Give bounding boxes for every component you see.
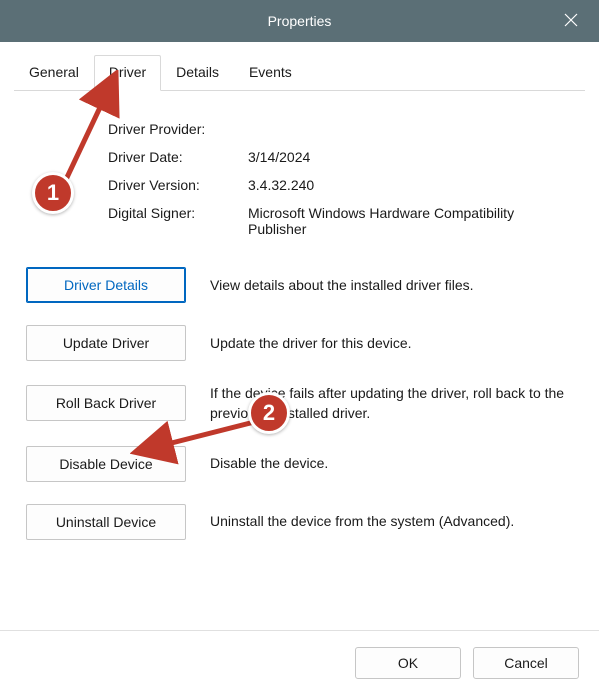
row-roll-back-driver: Roll Back Driver If the device fails aft…: [26, 383, 573, 424]
update-driver-desc: Update the driver for this device.: [210, 333, 573, 353]
uninstall-device-desc: Uninstall the device from the system (Ad…: [210, 511, 573, 531]
roll-back-driver-button[interactable]: Roll Back Driver: [26, 385, 186, 421]
tab-strip: General Driver Details Events: [14, 54, 585, 91]
uninstall-device-button[interactable]: Uninstall Device: [26, 504, 186, 540]
dialog-button-bar: OK Cancel: [0, 630, 599, 694]
tab-content-driver: Driver Provider: Driver Date: 3/14/2024 …: [14, 91, 585, 550]
driver-date-label: Driver Date:: [108, 149, 248, 165]
driver-details-button[interactable]: Driver Details: [26, 267, 186, 303]
ok-button[interactable]: OK: [355, 647, 461, 679]
disable-device-desc: Disable the device.: [210, 453, 573, 473]
cancel-button[interactable]: Cancel: [473, 647, 579, 679]
close-button[interactable]: [543, 0, 599, 42]
row-update-driver: Update Driver Update the driver for this…: [26, 325, 573, 361]
driver-provider-label: Driver Provider:: [108, 121, 248, 137]
titlebar: Properties: [0, 0, 599, 42]
window-body: General Driver Details Events Driver Pro…: [0, 54, 599, 694]
digital-signer-label: Digital Signer:: [108, 205, 248, 237]
tab-driver[interactable]: Driver: [94, 55, 161, 91]
roll-back-driver-desc: If the device fails after updating the d…: [210, 383, 573, 424]
window-title: Properties: [268, 13, 332, 29]
tab-general[interactable]: General: [14, 55, 94, 91]
row-uninstall-device: Uninstall Device Uninstall the device fr…: [26, 504, 573, 540]
tab-details[interactable]: Details: [161, 55, 234, 91]
disable-device-button[interactable]: Disable Device: [26, 446, 186, 482]
driver-date-value: 3/14/2024: [248, 149, 573, 165]
driver-version-label: Driver Version:: [108, 177, 248, 193]
digital-signer-value: Microsoft Windows Hardware Compatibility…: [248, 205, 573, 237]
driver-provider-value: [248, 121, 573, 137]
row-disable-device: Disable Device Disable the device.: [26, 446, 573, 482]
tab-events[interactable]: Events: [234, 55, 307, 91]
driver-details-desc: View details about the installed driver …: [210, 275, 573, 295]
update-driver-button[interactable]: Update Driver: [26, 325, 186, 361]
row-driver-details: Driver Details View details about the in…: [26, 267, 573, 303]
driver-info-grid: Driver Provider: Driver Date: 3/14/2024 …: [108, 121, 573, 237]
driver-version-value: 3.4.32.240: [248, 177, 573, 193]
close-icon: [564, 13, 578, 30]
